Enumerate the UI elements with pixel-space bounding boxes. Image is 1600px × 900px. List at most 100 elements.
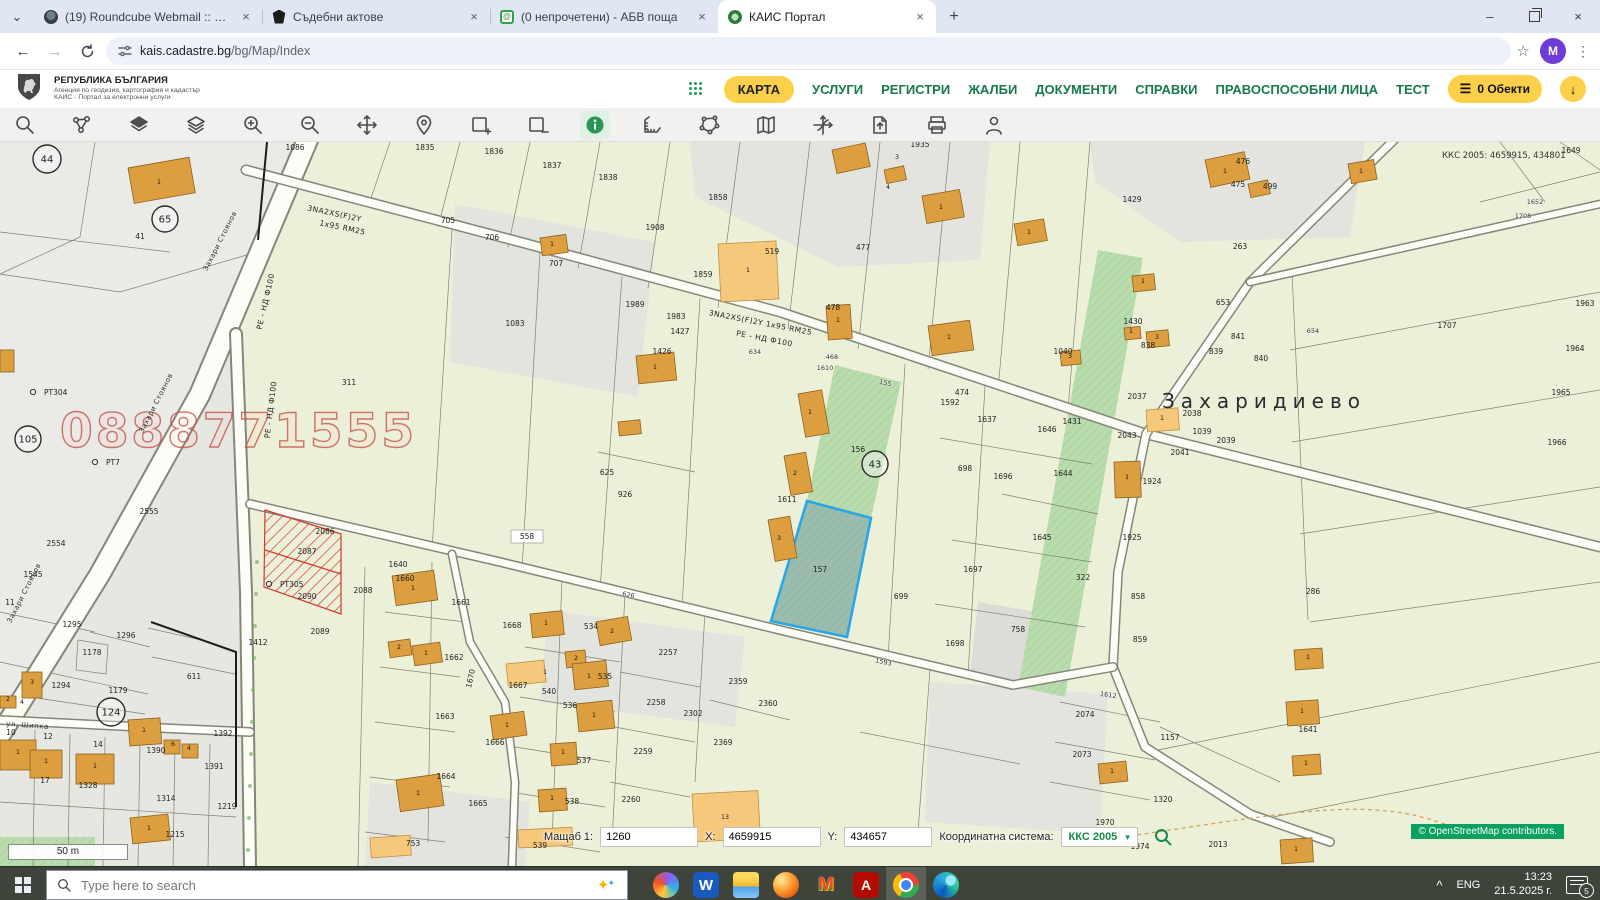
taskbar-edge[interactable] [926,867,966,900]
tray-expand-icon[interactable]: ^ [1436,878,1442,893]
notification-center-icon[interactable]: 5 [1566,876,1588,894]
reload-button[interactable] [74,38,100,64]
svg-text:476: 476 [1236,157,1251,166]
svg-text:2013: 2013 [1208,840,1227,849]
svg-text:1983: 1983 [666,312,685,321]
tab-roundcube[interactable]: (19) Roundcube Webmail :: Изг × [34,0,262,33]
tab-kais-portal[interactable]: КАИС Портал × [718,0,936,33]
map-statusbar: Мащаб 1: X: Y: Координатна система: ККС … [544,826,1173,848]
svg-text:1: 1 [1304,760,1308,767]
svg-text:1665: 1665 [468,799,487,808]
svg-text:2260: 2260 [621,795,640,804]
taskbar-acrobat[interactable]: A [846,867,886,900]
crs-label: Координатна система: [939,831,1053,843]
coordinates-axes-icon[interactable] [808,111,838,139]
profile-avatar[interactable]: M [1540,38,1566,64]
site-header: РЕПУБЛИКА БЪЛГАРИЯ Агенция по геодезия, … [0,70,1600,108]
scale-input[interactable] [600,827,698,847]
pan-tool-icon[interactable] [352,111,382,139]
map-canvas[interactable]: 446510512443 0888771555ЗахаридиевоККС 20… [0,142,1600,866]
tab-abv-mail[interactable]: @ (0 непрочетени) - АБВ поща × [490,0,718,33]
taskbar-explorer[interactable] [726,867,766,900]
search-tool-icon[interactable] [10,111,40,139]
svg-text:839: 839 [1209,347,1224,356]
copilot-icon [653,872,679,898]
browser-menu-icon[interactable]: ⋮ [1576,43,1590,60]
polygon-select-icon[interactable] [694,111,724,139]
restore-button[interactable] [1512,0,1556,33]
add-extent-icon[interactable] [466,111,496,139]
measure-tool-icon[interactable] [637,111,667,139]
location-pin-icon[interactable] [409,111,439,139]
svg-text:2369: 2369 [713,738,732,747]
nav-pravosposobni[interactable]: ПРАВОСПОСОБНИ ЛИЦА [1216,82,1379,97]
download-objects-button[interactable]: ↓ [1560,76,1586,102]
profile-icon[interactable] [979,111,1009,139]
x-input[interactable] [723,827,821,847]
search-highlights-icon[interactable]: ✦✦ [597,876,617,894]
nav-uslugi[interactable]: УСЛУГИ [812,82,863,97]
svg-text:1: 1 [142,727,146,734]
close-icon[interactable]: × [238,9,254,25]
svg-text:534: 534 [584,622,599,631]
taskbar-clock[interactable]: 13:23 21.5.2025 г. [1494,871,1552,899]
objects-button[interactable]: ☰0 Обекти [1448,75,1542,103]
taskbar-gmail[interactable]: M [806,867,846,900]
taskbar-firefox[interactable] [766,867,806,900]
info-tool-icon[interactable] [580,111,610,139]
site-info-icon[interactable] [118,44,132,58]
apps-grid-icon[interactable] [689,82,704,97]
taskbar-word[interactable]: W [686,867,726,900]
svg-text:РТ305: РТ305 [280,580,304,589]
omnibox[interactable]: kais.cadastre.bg/bg/Map/Index [106,37,1511,65]
taskbar-search-input[interactable] [79,877,589,894]
svg-text:2257: 2257 [658,648,677,657]
close-window-button[interactable]: × [1556,0,1600,33]
taskbar-search[interactable]: ✦✦ [46,870,628,900]
coordinates-search-button[interactable] [1153,827,1173,847]
tab-search-button[interactable]: ⌄ [0,0,34,33]
nav-spravki[interactable]: СПРАВКИ [1135,82,1197,97]
back-button[interactable]: ← [10,38,36,64]
taskbar-chrome[interactable] [886,867,926,900]
taskbar-copilot[interactable] [646,867,686,900]
print-icon[interactable] [922,111,952,139]
svg-text:1: 1 [1300,708,1304,715]
svg-text:322: 322 [1076,573,1091,582]
windows-logo-icon [15,877,31,893]
bookmark-star-icon[interactable]: ☆ [1517,42,1530,60]
zoom-out-icon[interactable] [295,111,325,139]
layers-outline-icon[interactable] [181,111,211,139]
new-tab-button[interactable]: + [940,3,968,31]
map-sheets-icon[interactable] [751,111,781,139]
svg-text:1661: 1661 [451,598,470,607]
tab-court-acts[interactable]: Съдебни актове × [262,0,490,33]
nav-karta[interactable]: КАРТА [724,76,794,103]
minimize-button[interactable]: – [1468,0,1512,33]
language-indicator[interactable]: ENG [1456,879,1480,891]
scale-label: Мащаб 1: [544,831,593,843]
close-icon[interactable]: × [466,9,482,25]
crs-dropdown[interactable]: ККС 2005 ▾ [1061,827,1138,847]
nav-zhalbi[interactable]: ЖАЛБИ [968,82,1017,97]
zoom-in-icon[interactable] [238,111,268,139]
scale-bar: 50 m [8,844,128,860]
svg-text:2073: 2073 [1072,750,1091,759]
export-document-icon[interactable] [865,111,895,139]
svg-text:1697: 1697 [963,565,982,574]
nav-registri[interactable]: РЕГИСТРИ [881,82,950,97]
layers-filled-icon[interactable] [124,111,154,139]
forward-button[interactable]: → [42,38,68,64]
svg-text:10: 10 [6,728,16,737]
svg-text:705: 705 [441,216,456,225]
start-button[interactable] [0,867,46,900]
remove-extent-icon[interactable] [523,111,553,139]
y-input[interactable] [844,827,932,847]
close-icon[interactable]: × [694,9,710,25]
svg-text:634: 634 [749,348,761,356]
selection-nodes-icon[interactable] [67,111,97,139]
close-icon[interactable]: × [912,9,928,25]
svg-text:537: 537 [577,756,592,765]
nav-dokumenti[interactable]: ДОКУМЕНТИ [1035,82,1117,97]
nav-test[interactable]: ТЕСТ [1396,82,1430,97]
